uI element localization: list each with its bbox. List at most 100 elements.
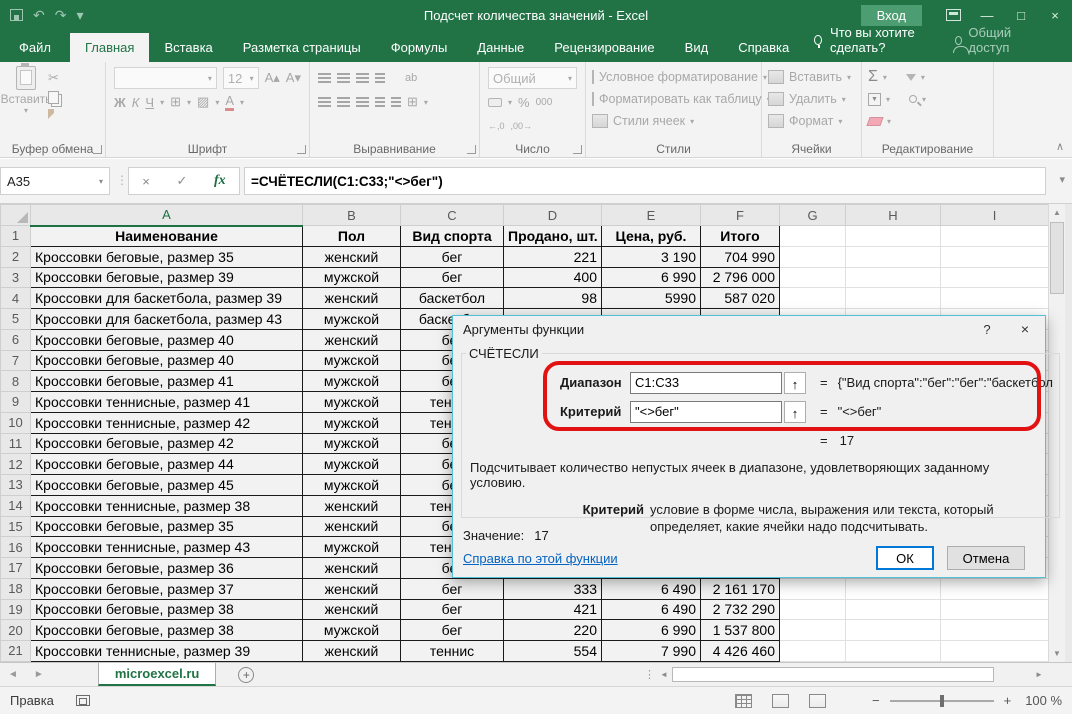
autosum-button[interactable]: Σ — [868, 68, 878, 86]
range-input[interactable] — [630, 372, 782, 394]
column-header-a[interactable]: A — [31, 205, 303, 226]
gender-cell[interactable]: мужской — [303, 412, 401, 433]
tab-data[interactable]: Данные — [462, 33, 539, 62]
gender-cell[interactable]: женский — [303, 246, 401, 267]
sold-cell[interactable]: 421 — [504, 599, 602, 620]
row-header[interactable]: 10 — [1, 412, 31, 433]
column-header-b[interactable]: B — [303, 205, 401, 226]
formula-input[interactable]: =СЧЁТЕСЛИ(C1:C33;"<>бег") — [244, 167, 1046, 195]
cell-styles-button[interactable]: Стили ячеек ▾ — [590, 110, 757, 132]
merge-center-button[interactable]: ⊞ — [407, 94, 418, 110]
find-select-icon[interactable] — [909, 95, 917, 103]
align-left-icon[interactable] — [318, 97, 331, 99]
sort-filter-icon[interactable] — [906, 74, 916, 81]
clipboard-dialog-launcher-icon[interactable] — [93, 145, 102, 154]
gender-cell[interactable]: мужской — [303, 537, 401, 558]
gender-cell[interactable]: женский — [303, 516, 401, 537]
price-cell[interactable]: 6 490 — [602, 599, 701, 620]
empty-cell[interactable] — [941, 620, 1049, 641]
empty-cell[interactable] — [780, 267, 846, 288]
gender-cell[interactable]: женский — [303, 495, 401, 516]
column-header-i[interactable]: I — [941, 205, 1049, 226]
redo-button[interactable]: ↷ — [55, 8, 67, 22]
borders-button[interactable]: ⊞ — [170, 94, 181, 110]
row-header[interactable]: 4 — [1, 288, 31, 309]
dialog-help-button[interactable]: ? — [977, 322, 997, 337]
dialog-close-button[interactable]: × — [1015, 321, 1035, 337]
empty-cell[interactable] — [941, 246, 1049, 267]
name-cell[interactable]: Кроссовки теннисные, размер 38 — [31, 495, 303, 516]
percent-style-button[interactable]: % — [518, 95, 530, 110]
scroll-right-icon[interactable]: ► — [1031, 670, 1047, 679]
align-top-icon[interactable] — [318, 73, 331, 75]
align-right-icon[interactable] — [356, 97, 369, 99]
column-header-e[interactable]: E — [602, 205, 701, 226]
tab-file[interactable]: Файл — [0, 33, 70, 62]
orientation-icon[interactable] — [375, 73, 385, 75]
dialog-titlebar[interactable]: Аргументы функции ? × — [453, 316, 1045, 342]
format-painter-icon[interactable] — [48, 109, 58, 119]
empty-cell[interactable] — [846, 599, 941, 620]
row-header[interactable]: 13 — [1, 475, 31, 496]
empty-cell[interactable] — [780, 246, 846, 267]
name-cell[interactable]: Кроссовки для баскетбола, размер 43 — [31, 309, 303, 330]
price-cell[interactable]: 3 190 — [602, 246, 701, 267]
ok-button[interactable]: ОК — [876, 546, 934, 570]
scroll-left-icon[interactable]: ◄ — [656, 670, 672, 679]
name-cell[interactable]: Кроссовки теннисные, размер 43 — [31, 537, 303, 558]
column-header-h[interactable]: H — [846, 205, 941, 226]
empty-cell[interactable] — [941, 267, 1049, 288]
empty-cell[interactable] — [941, 226, 1049, 247]
empty-cell[interactable] — [846, 288, 941, 309]
comma-style-button[interactable]: 000 — [536, 97, 553, 108]
format-cells-button[interactable]: Формат ▾ — [766, 110, 857, 132]
next-sheet-icon[interactable]: ► — [26, 669, 52, 680]
sold-cell[interactable]: 221 — [504, 246, 602, 267]
name-cell[interactable]: Кроссовки беговые, размер 40 — [31, 350, 303, 371]
gender-cell[interactable]: мужской — [303, 371, 401, 392]
name-cell[interactable]: Кроссовки беговые, размер 35 — [31, 516, 303, 537]
header-cell-total[interactable]: Итого — [701, 226, 780, 247]
sold-cell[interactable]: 98 — [504, 288, 602, 309]
font-name-combo[interactable]: ▾ — [114, 67, 217, 89]
scroll-up-icon[interactable]: ▲ — [1049, 204, 1065, 221]
gender-cell[interactable]: мужской — [303, 392, 401, 413]
align-center-icon[interactable] — [337, 97, 350, 99]
name-cell[interactable]: Кроссовки беговые, размер 38 — [31, 599, 303, 620]
underline-button[interactable]: Ч — [145, 95, 154, 110]
name-box[interactable]: A35 ▾ — [0, 167, 110, 195]
gender-cell[interactable]: женский — [303, 578, 401, 599]
price-cell[interactable]: 7 990 — [602, 641, 701, 662]
sport-cell[interactable]: бег — [401, 578, 504, 599]
prev-sheet-icon[interactable]: ◄ — [0, 669, 26, 680]
align-middle-icon[interactable] — [337, 73, 350, 75]
empty-cell[interactable] — [941, 288, 1049, 309]
name-cell[interactable]: Кроссовки теннисные, размер 41 — [31, 392, 303, 413]
horizontal-scroll-thumb[interactable] — [672, 667, 994, 682]
tab-view[interactable]: Вид — [670, 33, 724, 62]
qat-customize-button[interactable]: ▾ — [76, 8, 83, 22]
undo-button[interactable]: ↶ — [33, 8, 45, 22]
row-header[interactable]: 7 — [1, 350, 31, 371]
row-header[interactable]: 2 — [1, 246, 31, 267]
tab-page-layout[interactable]: Разметка страницы — [228, 33, 376, 62]
sold-cell[interactable]: 554 — [504, 641, 602, 662]
gender-cell[interactable]: женский — [303, 288, 401, 309]
font-dialog-launcher-icon[interactable] — [297, 145, 306, 154]
total-cell[interactable]: 2 732 290 — [701, 599, 780, 620]
empty-cell[interactable] — [780, 641, 846, 662]
empty-cell[interactable] — [846, 246, 941, 267]
tab-review[interactable]: Рецензирование — [539, 33, 669, 62]
gender-cell[interactable]: мужской — [303, 267, 401, 288]
gender-cell[interactable]: мужской — [303, 309, 401, 330]
insert-cells-button[interactable]: Вставить ▾ — [766, 66, 857, 88]
empty-cell[interactable] — [941, 578, 1049, 599]
tab-formulas[interactable]: Формулы — [376, 33, 463, 62]
fill-down-icon[interactable]: ▼ — [868, 93, 881, 106]
total-cell[interactable]: 2 161 170 — [701, 578, 780, 599]
shrink-font-button[interactable]: А▾ — [286, 70, 301, 86]
empty-cell[interactable] — [846, 578, 941, 599]
collapse-ribbon-icon[interactable]: ∧ — [1056, 140, 1064, 153]
row-header[interactable]: 3 — [1, 267, 31, 288]
page-layout-view-icon[interactable] — [772, 694, 789, 708]
